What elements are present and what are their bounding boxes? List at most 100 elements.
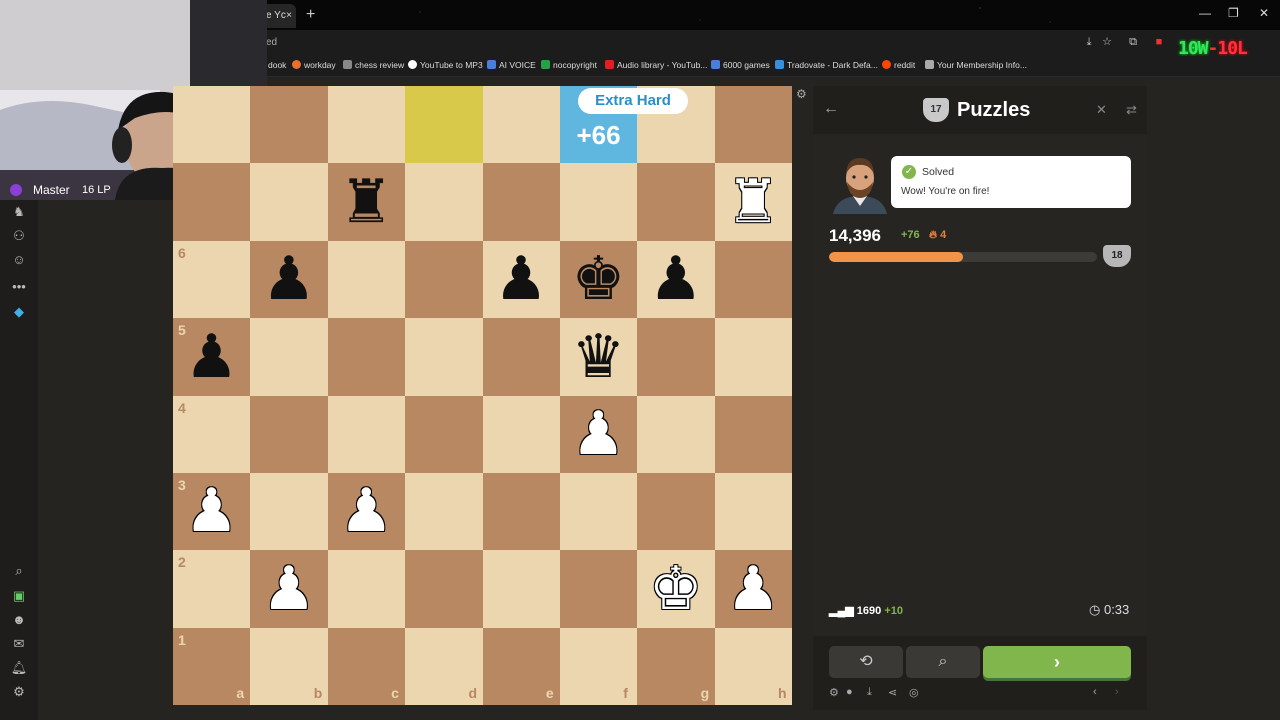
bookmark-item[interactable]: Your Membership Info...	[925, 60, 1027, 70]
square-e2[interactable]	[482, 550, 560, 628]
square-b4[interactable]	[250, 395, 328, 473]
settings-icon[interactable]: ⚙	[10, 684, 28, 700]
square-a8[interactable]	[173, 86, 251, 164]
square-f7[interactable]	[559, 163, 638, 241]
target-icon[interactable]: ◎	[909, 686, 919, 699]
next-puzzle-button[interactable]: ›	[983, 646, 1131, 678]
messages-icon[interactable]: ✉	[10, 636, 28, 652]
white-piece-a3[interactable]: ♟	[173, 473, 250, 550]
bookmark-item[interactable]: Audio library - YouTub...	[605, 60, 707, 70]
restore-button[interactable]: ❐	[1228, 6, 1239, 20]
square-e5[interactable]	[482, 318, 560, 396]
retry-button[interactable]: ⟲	[829, 646, 903, 678]
square-h3[interactable]	[714, 472, 793, 551]
bookmark-item[interactable]: AI VOICE	[487, 60, 536, 70]
options-icon[interactable]: ⇄	[1126, 102, 1137, 118]
bookmark-item[interactable]: 6000 games	[711, 60, 770, 70]
bookmark-item[interactable]: workday	[292, 60, 336, 70]
minimize-button[interactable]: —	[1199, 6, 1211, 20]
square-h8[interactable]	[714, 86, 793, 164]
square-c6[interactable]	[327, 240, 406, 319]
bookmark-item[interactable]: reddit	[882, 60, 915, 70]
new-tab-button[interactable]: +	[306, 6, 315, 24]
square-d3[interactable]	[405, 472, 483, 551]
black-piece-c7[interactable]: ♜	[328, 163, 405, 240]
bookmark-item[interactable]: YouTube to MP3	[408, 60, 483, 70]
square-d8[interactable]	[405, 86, 483, 164]
install-icon[interactable]: ⤓	[1083, 36, 1095, 48]
square-c2[interactable]	[327, 550, 406, 628]
profile-icon[interactable]: ▣	[10, 588, 28, 604]
square-b8[interactable]	[250, 86, 328, 164]
tab-close-icon[interactable]: ×	[286, 4, 292, 28]
diamond-icon[interactable]: ◆	[10, 304, 28, 320]
white-piece-g2[interactable]: ♚	[637, 550, 714, 627]
browser-tab[interactable]: e Yc ×	[262, 4, 296, 28]
square-e7[interactable]	[482, 163, 560, 241]
extension-badge-icon[interactable]: ■	[1153, 36, 1165, 48]
gear-icon[interactable]: ⚙	[796, 87, 807, 101]
friends-icon[interactable]: ☻	[10, 612, 28, 628]
analyze-button[interactable]: ⌕	[906, 646, 980, 678]
bookmark-item[interactable]: dook	[268, 60, 286, 70]
previous-icon[interactable]: ‹	[1093, 686, 1097, 698]
black-piece-g6[interactable]: ♟	[637, 241, 714, 318]
white-piece-f4[interactable]: ♟	[560, 396, 637, 473]
back-arrow-icon[interactable]: ←	[823, 100, 839, 118]
mute-icon[interactable]: ✕	[1096, 102, 1107, 118]
white-piece-c3[interactable]: ♟	[328, 473, 405, 550]
close-window-button[interactable]: ✕	[1259, 6, 1269, 20]
download-icon[interactable]: ⤓	[867, 686, 872, 699]
square-d4[interactable]	[405, 395, 483, 473]
next-icon[interactable]: ›	[1115, 686, 1119, 698]
square-f2[interactable]	[559, 550, 638, 628]
share-icon[interactable]: ⋖	[888, 686, 897, 699]
square-c4[interactable]	[327, 395, 406, 473]
square-g7[interactable]	[637, 163, 715, 241]
square-b3[interactable]	[250, 472, 328, 551]
social-icon[interactable]: ☺	[10, 252, 28, 268]
timer-value: 0:33	[1103, 602, 1130, 617]
square-e8[interactable]	[482, 86, 560, 164]
bookmark-star-icon[interactable]: ☆	[1101, 36, 1113, 48]
square-f3[interactable]	[559, 472, 638, 551]
bookmark-item[interactable]: chess review	[343, 60, 404, 70]
settings-gear-icon[interactable]: ⚙	[829, 686, 839, 699]
black-piece-e6[interactable]: ♟	[483, 241, 560, 318]
black-piece-a5[interactable]: ♟	[173, 318, 250, 395]
square-b7[interactable]	[250, 163, 328, 241]
square-g5[interactable]	[637, 318, 715, 396]
white-piece-h7[interactable]: ♜	[715, 163, 792, 240]
square-c5[interactable]	[327, 318, 406, 396]
chess-board[interactable]: 6 5 4 3 2 1 a b c d e f g h ♜ ♜ ♟ ♟ ♚ ♟ ♟ ♛ ♟ ♟ ♟ ♟ ♚ ♟	[173, 86, 793, 706]
play-icon[interactable]: ♞	[10, 204, 28, 220]
url-text[interactable]: ed	[266, 37, 277, 48]
square-g4[interactable]	[637, 395, 715, 473]
more-icon[interactable]: •••	[10, 279, 28, 295]
square-d2[interactable]	[405, 550, 483, 628]
square-e4[interactable]	[482, 395, 560, 473]
square-d5[interactable]	[405, 318, 483, 396]
square-b5[interactable]	[250, 318, 328, 396]
black-piece-f6[interactable]: ♚	[560, 241, 637, 318]
white-piece-h2[interactable]: ♟	[715, 550, 792, 627]
chat-icon[interactable]: ●	[846, 686, 853, 698]
black-piece-f5[interactable]: ♛	[560, 318, 637, 395]
bookmark-item[interactable]: Tradovate - Dark Defa...	[775, 60, 878, 70]
white-piece-b2[interactable]: ♟	[250, 550, 327, 627]
square-c8[interactable]	[327, 86, 406, 164]
binoculars-icon[interactable]: ⚇	[10, 228, 28, 244]
extensions-icon[interactable]: ⧉	[1127, 36, 1139, 48]
notifications-icon[interactable]: 🔔︎	[10, 660, 28, 676]
search-icon[interactable]: ⌕	[10, 563, 28, 579]
square-h5[interactable]	[714, 318, 793, 396]
square-h4[interactable]	[714, 395, 793, 473]
square-a7[interactable]	[173, 163, 251, 241]
black-piece-b6[interactable]: ♟	[250, 241, 327, 318]
bookmark-item[interactable]: nocopyright	[541, 60, 597, 70]
square-d7[interactable]	[405, 163, 483, 241]
square-g3[interactable]	[637, 472, 715, 551]
square-d6[interactable]	[405, 240, 483, 319]
square-e3[interactable]	[482, 472, 560, 551]
square-h6[interactable]	[714, 240, 793, 319]
